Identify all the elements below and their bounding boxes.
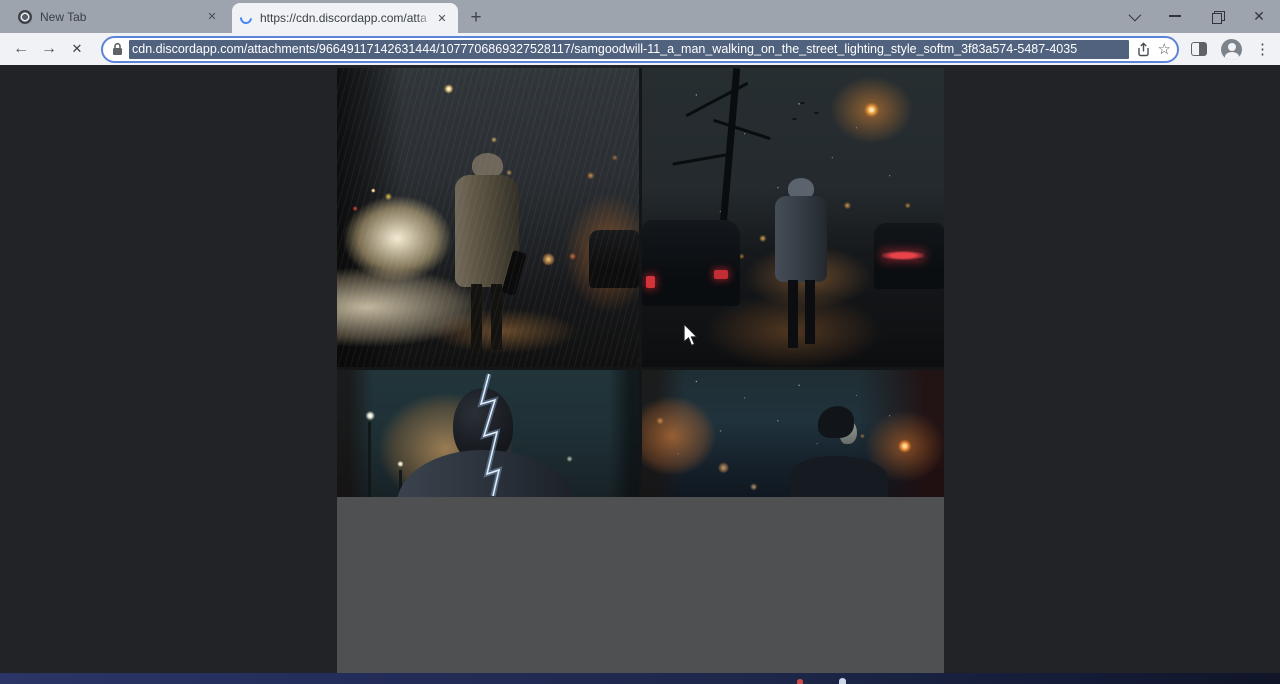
lightning-bolt xyxy=(337,370,639,497)
browser-window: New Tab ✕ https://cdn.discordapp.com/att… xyxy=(0,0,1280,684)
page-viewport xyxy=(0,65,1280,673)
back-button[interactable]: ← xyxy=(7,35,35,63)
tab-discord-cdn[interactable]: https://cdn.discordapp.com/atta ✕ xyxy=(232,3,458,33)
restore-button[interactable] xyxy=(1196,0,1238,32)
image-quadrant-bottom-left xyxy=(337,370,639,497)
lock-icon xyxy=(112,42,123,56)
loading-spinner-icon xyxy=(238,10,255,27)
bird xyxy=(800,102,805,104)
image-quadrant-bottom-right xyxy=(642,370,944,497)
browser-toolbar: ← → ✕ cdn.discordapp.com/attachments/966… xyxy=(0,33,1280,65)
image-quadrant-top-left xyxy=(337,68,639,367)
close-tab-icon[interactable]: ✕ xyxy=(434,10,450,26)
car-silhouette xyxy=(589,230,639,288)
tab-new-tab[interactable]: New Tab ✕ xyxy=(10,0,228,33)
minimize-button[interactable] xyxy=(1154,0,1196,32)
share-icon[interactable] xyxy=(1136,42,1151,57)
side-panel-icon[interactable] xyxy=(1191,42,1207,56)
tab-strip: New Tab ✕ https://cdn.discordapp.com/att… xyxy=(0,0,1280,33)
bird xyxy=(792,118,797,120)
menu-dots-icon[interactable]: ⋮ xyxy=(1255,40,1270,58)
profile-man-hair xyxy=(818,406,854,438)
parked-car-left xyxy=(642,220,740,306)
tab-title: New Tab xyxy=(40,10,204,24)
taskbar-icon-dot-red[interactable] xyxy=(797,679,803,684)
mouse-cursor-icon xyxy=(681,322,703,348)
taskbar-icon-dot-light[interactable] xyxy=(839,678,846,684)
generated-image-grid[interactable] xyxy=(337,68,944,673)
tab-search-chevron-icon[interactable] xyxy=(1112,0,1154,32)
restore-icon xyxy=(1212,11,1223,22)
close-tab-icon[interactable]: ✕ xyxy=(204,9,220,25)
toolbar-right-icons: ⋮ xyxy=(1191,39,1280,60)
new-tab-button[interactable]: + xyxy=(462,4,490,32)
minimize-icon xyxy=(1169,15,1181,17)
walking-man-figure xyxy=(455,153,521,358)
address-bar[interactable]: cdn.discordapp.com/attachments/966491171… xyxy=(101,36,1179,63)
walking-man-figure xyxy=(774,178,828,350)
bird xyxy=(814,112,819,114)
stop-loading-button[interactable]: ✕ xyxy=(63,35,91,63)
bookmark-star-icon[interactable]: ☆ xyxy=(1158,40,1171,58)
close-window-button[interactable]: ✕ xyxy=(1238,0,1280,32)
image-loading-placeholder xyxy=(337,497,944,673)
forward-button[interactable]: → xyxy=(35,35,63,63)
url-selected-text[interactable]: cdn.discordapp.com/attachments/966491171… xyxy=(129,40,1129,59)
profile-avatar-icon[interactable] xyxy=(1221,39,1242,60)
parked-car-right xyxy=(874,223,944,289)
chrome-favicon-icon xyxy=(18,10,32,24)
tab-title: https://cdn.discordapp.com/atta xyxy=(260,11,434,25)
window-controls: ✕ xyxy=(1112,0,1280,32)
profile-man-body xyxy=(790,456,888,497)
windows-taskbar-edge[interactable] xyxy=(0,673,1280,684)
